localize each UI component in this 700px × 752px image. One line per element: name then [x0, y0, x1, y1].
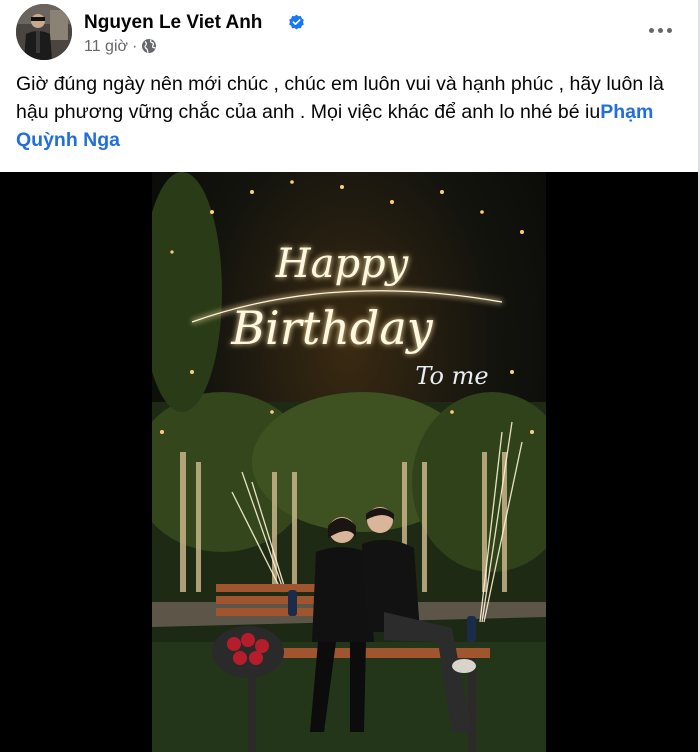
photo-text-birthday: Birthday	[230, 301, 433, 355]
post-photo[interactable]: Happy Happy Birthday Birthday To me	[152, 172, 546, 752]
post-timestamp[interactable]: 11 giờ	[84, 38, 128, 55]
author-name[interactable]: Nguyen Le Viet Anh	[84, 12, 262, 34]
verified-badge-icon	[289, 14, 304, 30]
caption-text: Giờ đúng ngày nên mới chúc , chúc em luô…	[16, 73, 664, 123]
author-avatar[interactable]	[16, 4, 72, 60]
post-media[interactable]: Happy Happy Birthday Birthday To me	[0, 172, 698, 752]
more-dot	[666, 27, 672, 33]
photo-text-happy: Happy	[275, 241, 410, 287]
photo-text-tome: To me	[415, 362, 488, 390]
post-caption: Giờ đúng ngày nên mới chúc , chúc em luô…	[16, 70, 678, 154]
post-header: Nguyen Le Viet Anh 11 giờ ·	[16, 4, 686, 62]
meta-separator: ·	[132, 38, 138, 55]
facebook-post: Nguyen Le Viet Anh 11 giờ · Giờ đúng ngày…	[0, 0, 700, 752]
globe-icon[interactable]	[141, 38, 157, 54]
more-options-icon	[648, 27, 654, 33]
more-dot	[657, 27, 663, 33]
more-options-button[interactable]	[642, 16, 678, 44]
post-meta: 11 giờ ·	[84, 38, 157, 56]
